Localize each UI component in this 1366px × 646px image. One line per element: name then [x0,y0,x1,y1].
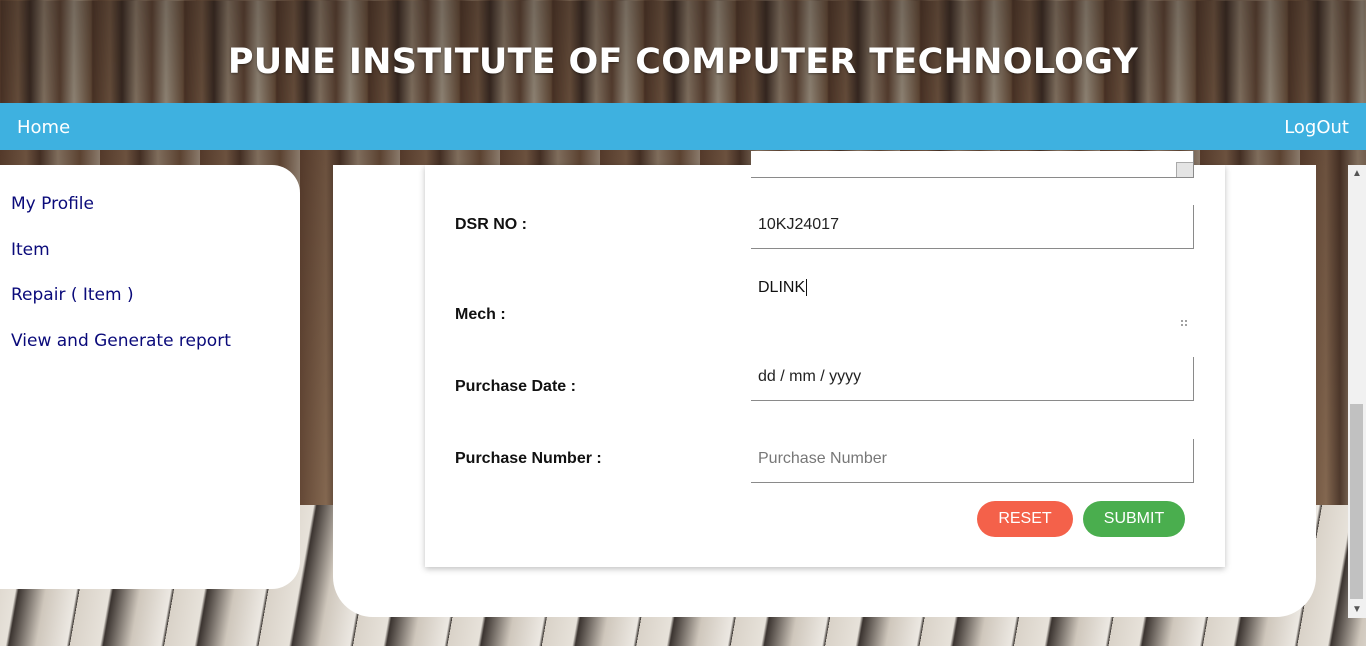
purchase-date-label: Purchase Date : [455,378,576,395]
navbar: Home LogOut [0,103,1366,150]
mech-value: DLINK [758,279,806,296]
mech-textarea[interactable]: DLINK [751,279,1194,331]
purchase-number-label: Purchase Number : [455,450,602,467]
main-content: DSR NO : 10KJ24017 Mech : DLINK Purchase… [333,151,1316,617]
page-header: PUNE INSTITUTE OF COMPUTER TECHNOLOGY [0,0,1366,103]
text-cursor [806,279,808,296]
mech-label: Mech : [455,306,506,323]
textarea-grip-icon[interactable] [1180,319,1188,327]
purchase-number-input[interactable]: Purchase Number [751,439,1194,483]
resize-handle[interactable] [1176,162,1193,177]
nav-logout-link[interactable]: LogOut [1284,117,1349,138]
sidebar: My Profile Item Repair ( Item ) View and… [0,165,300,589]
dsr-input[interactable]: 10KJ24017 [751,205,1194,249]
scroll-down-icon[interactable]: ▼ [1348,601,1366,618]
scroll-up-icon[interactable]: ▲ [1348,165,1366,182]
sidebar-item-report[interactable]: View and Generate report [11,331,231,351]
submit-button[interactable]: SUBMIT [1083,501,1185,537]
page-title: PUNE INSTITUTE OF COMPUTER TECHNOLOGY [227,42,1139,82]
form-card: DSR NO : 10KJ24017 Mech : DLINK Purchase… [425,151,1225,567]
previous-field[interactable] [751,151,1194,178]
sidebar-item-repair[interactable]: Repair ( Item ) [11,285,134,305]
nav-home-link[interactable]: Home [17,117,70,138]
sidebar-item-my-profile[interactable]: My Profile [11,194,94,214]
page-scrollbar[interactable]: ▲ ▼ [1348,165,1366,618]
dsr-label: DSR NO : [455,216,527,233]
reset-button[interactable]: RESET [977,501,1073,537]
purchase-date-input[interactable]: dd / mm / yyyy [751,357,1194,401]
sidebar-item-item[interactable]: Item [11,240,50,260]
scroll-thumb[interactable] [1350,404,1363,599]
